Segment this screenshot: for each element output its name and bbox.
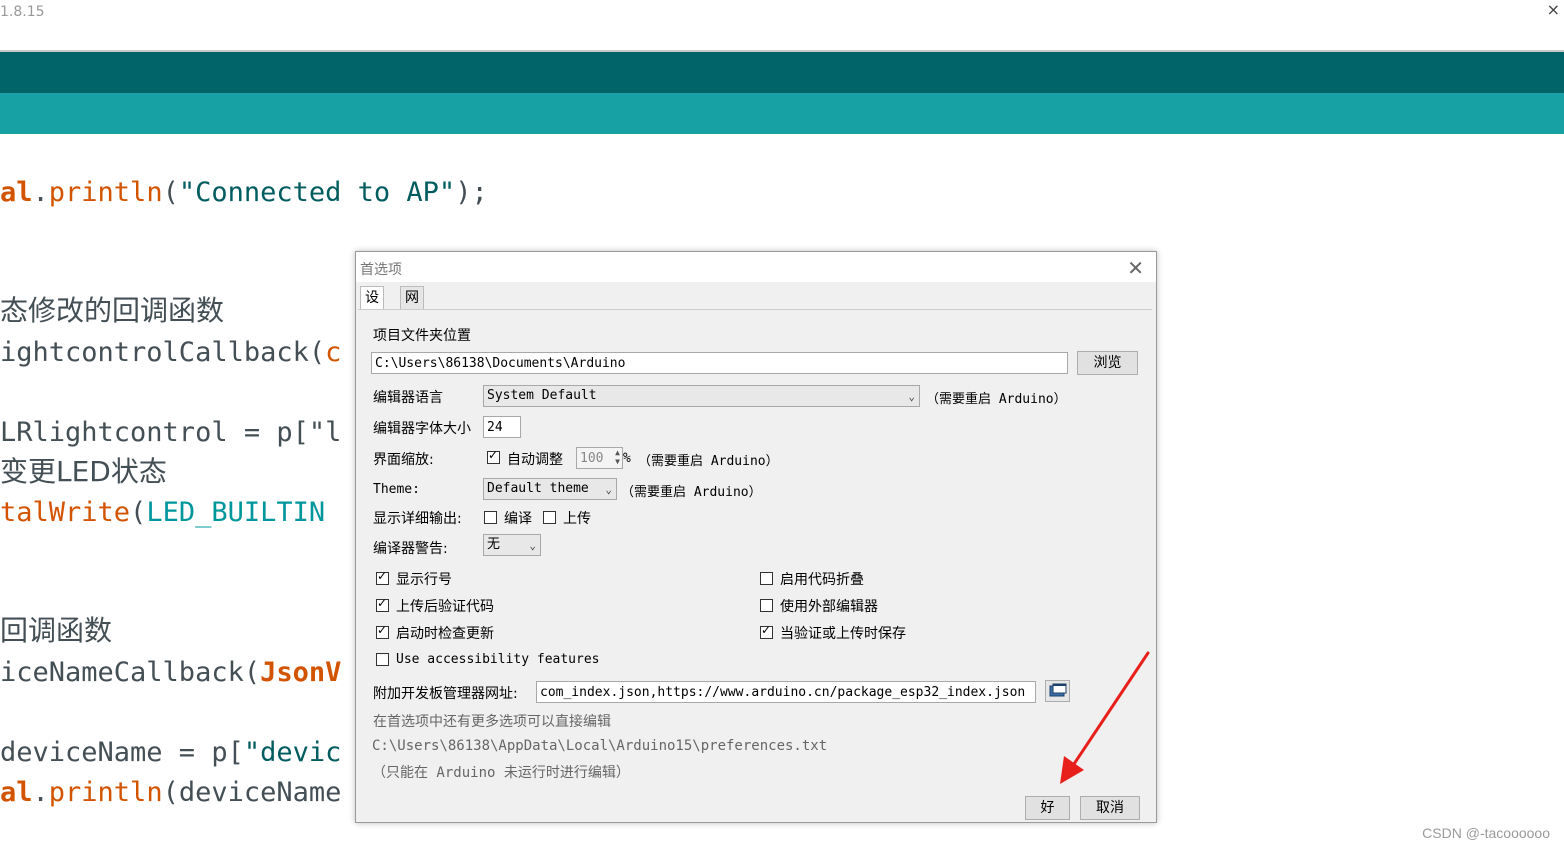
dialog-title-bar: 首选项 ✕: [356, 252, 1156, 282]
annotation-arrow: [1060, 651, 1150, 784]
boards-url-label: 附加开发板管理器网址:: [373, 686, 518, 702]
restart-note: （需要重启 Arduino）: [926, 392, 1067, 407]
scale-percent: %: [623, 451, 631, 466]
code-comment: 变更LED状态: [0, 455, 167, 488]
tab-settings[interactable]: 设置: [360, 286, 384, 328]
language-select[interactable]: System Default ⌄: [483, 385, 920, 407]
warnings-value: 无: [487, 537, 501, 552]
code-line: talWrite(LED_BUILTIN: [0, 497, 326, 528]
sketchbook-label: 项目文件夹位置: [373, 328, 471, 344]
warnings-label: 编译器警告:: [373, 541, 448, 557]
code-comment: 回调函数: [0, 614, 113, 647]
code-line: al.println(deviceName: [0, 777, 342, 808]
verbose-upload-label: 上传: [563, 511, 591, 527]
save-on-verify-checkbox[interactable]: [760, 623, 773, 639]
boards-url-input[interactable]: com_index.json,https://www.arduino.cn/pa…: [536, 681, 1036, 703]
chevron-down-icon: ⌄: [529, 539, 536, 552]
toolbar: [0, 52, 1564, 93]
dialog-title: 首选项: [360, 262, 402, 278]
browse-button[interactable]: 浏览: [1077, 351, 1138, 375]
check-updates-checkbox[interactable]: [376, 623, 389, 639]
version-label: 1.8.15: [0, 4, 45, 20]
verify-upload-checkbox[interactable]: [376, 596, 389, 612]
line-numbers-checkbox[interactable]: [376, 569, 389, 585]
auto-scale-checkbox[interactable]: [487, 448, 500, 464]
scale-spinner[interactable]: 100 ▲ ▼: [576, 447, 623, 469]
verify-upload-label: 上传后验证代码: [396, 599, 494, 615]
restart-note: （需要重启 Arduino）: [638, 454, 779, 469]
preferences-dialog: 首选项 ✕ 设置 网络 项目文件夹位置 C:\Users\86138\Docum…: [355, 251, 1157, 823]
theme-value: Default theme: [487, 481, 589, 496]
code-line: iceNameCallback(JsonV: [0, 657, 342, 688]
warnings-select[interactable]: 无 ⌄: [483, 534, 541, 556]
scale-label: 界面缩放:: [373, 452, 434, 468]
tab-bar: [0, 93, 1564, 134]
chevron-down-icon: ⌄: [605, 483, 612, 496]
font-size-label: 编辑器字体大小: [373, 421, 471, 437]
restart-note: （需要重启 Arduino）: [621, 485, 762, 500]
code-folding-label: 启用代码折叠: [780, 572, 864, 588]
external-editor-checkbox[interactable]: [760, 599, 773, 612]
window-close-icon[interactable]: ×: [1547, 0, 1560, 19]
code-line: al.println("Connected to AP");: [0, 177, 488, 208]
verbose-label: 显示详细输出:: [373, 511, 462, 527]
chevron-down-icon: ⌄: [908, 390, 915, 403]
font-size-input[interactable]: 24: [483, 416, 521, 438]
more-prefs-hint: 在首选项中还有更多选项可以直接编辑: [373, 714, 611, 730]
code-comment: 态修改的回调函数: [0, 294, 225, 327]
verbose-upload-checkbox[interactable]: [543, 511, 556, 524]
code-folding-checkbox[interactable]: [760, 572, 773, 585]
close-icon[interactable]: ✕: [1127, 256, 1144, 280]
code-line: ightcontrolCallback(c: [0, 337, 342, 368]
line-numbers-label: 显示行号: [396, 572, 452, 588]
check-updates-label: 启动时检查更新: [396, 626, 494, 642]
language-label: 编辑器语言: [373, 390, 443, 406]
external-editor-label: 使用外部编辑器: [780, 599, 878, 615]
dialog-button-bar: 好 取消: [356, 792, 1156, 822]
theme-label: Theme:: [373, 482, 420, 497]
save-on-verify-label: 当验证或上传时保存: [780, 626, 906, 642]
auto-scale-label: 自动调整: [507, 452, 563, 468]
prefs-file-path: C:\Users\86138\AppData\Local\Arduino15\p…: [372, 738, 828, 754]
edit-note: （只能在 Arduino 未运行时进行编辑）: [372, 765, 630, 781]
code-line: LRlightcontrol = p["l: [0, 417, 342, 448]
tab-network[interactable]: 网络: [400, 286, 424, 328]
code-line: deviceName = p["devic: [0, 737, 342, 768]
theme-select[interactable]: Default theme ⌄: [483, 478, 617, 500]
spinner-arrows-icon[interactable]: ▲ ▼: [615, 448, 620, 466]
accessibility-checkbox[interactable]: [376, 653, 389, 666]
ok-button[interactable]: 好: [1025, 796, 1070, 820]
sketchbook-path-input[interactable]: C:\Users\86138\Documents\Arduino: [371, 352, 1068, 374]
accessibility-label: Use accessibility features: [396, 652, 600, 667]
cancel-button[interactable]: 取消: [1080, 796, 1140, 820]
scale-value: 100: [580, 451, 604, 466]
verbose-compile-label: 编译: [504, 511, 532, 527]
watermark: CSDN @-tacoooooo: [1422, 825, 1550, 841]
verbose-compile-checkbox[interactable]: [484, 511, 497, 524]
language-value: System Default: [487, 388, 597, 403]
